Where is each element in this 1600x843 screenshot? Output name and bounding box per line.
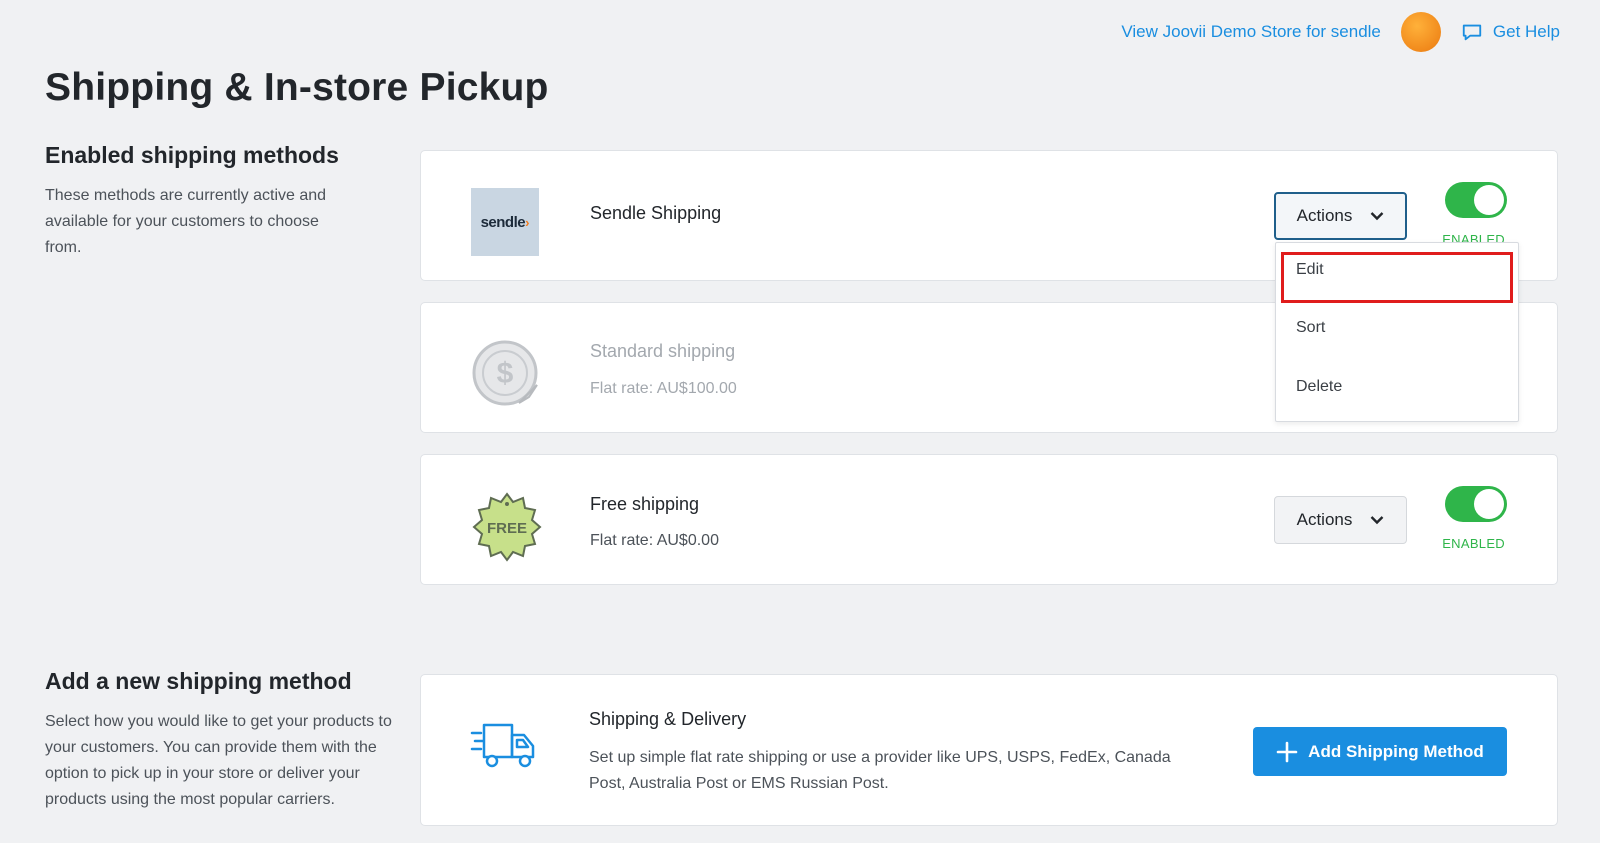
get-help-label: Get Help: [1492, 22, 1560, 41]
method-rate: Flat rate: AU$0.00: [590, 532, 719, 549]
add-section-description: Select how you would like to get your pr…: [45, 713, 392, 808]
toggle-status-label: ENABLED: [1442, 232, 1505, 242]
page-title: Shipping & In-store Pickup: [45, 66, 549, 109]
sendle-arrow-icon: ›: [525, 214, 530, 230]
enabled-toggle[interactable]: [1445, 182, 1507, 218]
add-section-title: Add a new shipping method: [45, 668, 352, 694]
method-rate: Flat rate: AU$100.00: [590, 380, 737, 397]
get-help-button[interactable]: Get Help: [1461, 21, 1560, 43]
add-shipping-method-button[interactable]: Add Shipping Method: [1253, 727, 1507, 776]
chevron-down-icon: [1371, 212, 1384, 221]
svg-text:FREE: FREE: [487, 520, 527, 537]
card-description: Set up simple flat rate shipping or use …: [589, 749, 1171, 792]
shipping-delivery-card: Shipping & Delivery Set up simple flat r…: [420, 674, 1558, 826]
actions-dropdown-button[interactable]: Actions: [1274, 192, 1407, 240]
avatar[interactable]: [1400, 12, 1441, 52]
menu-item-sort[interactable]: Sort: [1296, 319, 1325, 337]
enabled-section-title: Enabled shipping methods: [45, 142, 339, 168]
method-card-free: FREE Free shipping Flat rate: AU$0.00 Ac…: [420, 454, 1558, 585]
method-name: Standard shipping: [590, 341, 736, 361]
chevron-down-icon: [1371, 516, 1384, 525]
chat-icon: [1462, 24, 1482, 41]
highlight-box: [1281, 252, 1513, 303]
page: View Joovii Demo Store for sendle Get He…: [0, 0, 1600, 843]
sendle-logo: sendle ›: [471, 188, 539, 256]
actions-dropdown-button[interactable]: Actions: [1274, 496, 1407, 544]
actions-label: Actions: [1296, 510, 1353, 529]
menu-item-delete[interactable]: Delete: [1296, 378, 1342, 396]
truck-icon: [470, 719, 540, 773]
free-badge-icon: FREE: [471, 491, 543, 563]
enabled-toggle[interactable]: [1445, 486, 1507, 522]
add-section-header: Add a new shipping method Select how you…: [45, 668, 405, 813]
toggle-knob: [1474, 185, 1504, 215]
plus-icon: [1276, 741, 1298, 762]
card-title: Shipping & Delivery: [589, 709, 747, 729]
top-bar: View Joovii Demo Store for sendle Get He…: [1121, 12, 1560, 52]
toggle-status-label: ENABLED: [1442, 536, 1505, 551]
dollar-sticker-icon: $: [471, 339, 543, 411]
view-store-link[interactable]: View Joovii Demo Store for sendle: [1121, 22, 1381, 42]
method-name: Free shipping: [590, 494, 700, 514]
method-name: Sendle Shipping: [590, 203, 722, 223]
svg-text:$: $: [497, 357, 514, 390]
sendle-logo-text: sendle: [480, 213, 526, 231]
enabled-section-description: These methods are currently active and a…: [45, 187, 327, 256]
actions-label: Actions: [1296, 206, 1353, 225]
enabled-section-header: Enabled shipping methods These methods a…: [45, 142, 405, 261]
toggle-knob: [1474, 489, 1504, 519]
add-button-label: Add Shipping Method: [1308, 741, 1484, 761]
